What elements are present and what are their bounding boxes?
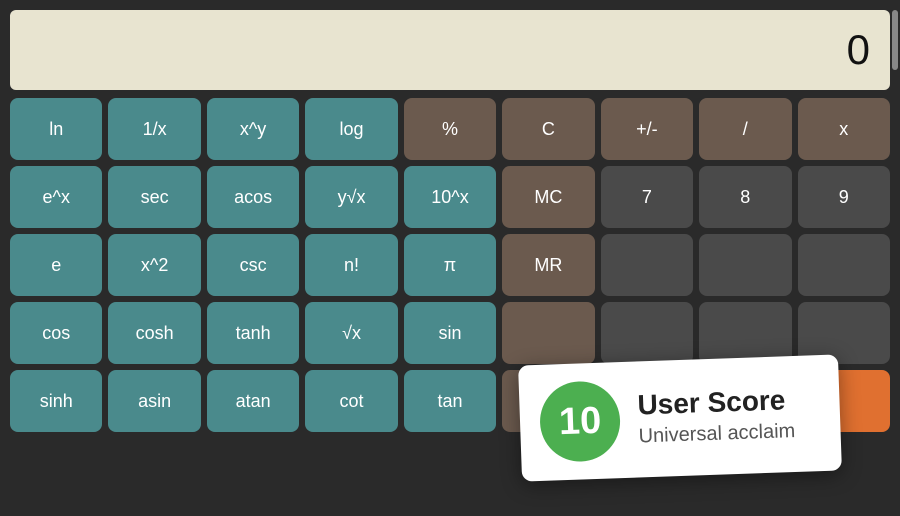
calc-btn-empty-2-8[interactable] [798, 234, 890, 296]
scrollbar[interactable] [892, 10, 898, 70]
calc-btn-csc-2-2[interactable]: csc [207, 234, 299, 296]
calc-btn-tan-4-4[interactable]: tan [404, 370, 496, 432]
user-score-overlay: 10 User Score Universal acclaim [518, 354, 842, 481]
calc-btn-%-0-4[interactable]: % [404, 98, 496, 160]
calc-btn-empty-3-7[interactable] [699, 302, 791, 364]
calc-btn-/-0-7[interactable]: / [699, 98, 791, 160]
score-value: 10 [558, 399, 602, 443]
score-title: User Score [637, 385, 795, 421]
calc-btn-9-1-8[interactable]: 9 [798, 166, 890, 228]
calc-btn-tanh-3-2[interactable]: tanh [207, 302, 299, 364]
calc-btn-cot-4-3[interactable]: cot [305, 370, 397, 432]
calc-btn-8-1-7[interactable]: 8 [699, 166, 791, 228]
calc-btn-x^y-0-2[interactable]: x^y [207, 98, 299, 160]
calc-btn-1/x-0-1[interactable]: 1/x [108, 98, 200, 160]
button-row-0: ln1/xx^ylog%C+/-/x [10, 98, 890, 160]
calc-btn-y√x-1-3[interactable]: y√x [305, 166, 397, 228]
calc-btn-C-0-5[interactable]: C [502, 98, 594, 160]
button-row-2: ex^2cscn!πMR [10, 234, 890, 296]
calc-btn-x-0-8[interactable]: x [798, 98, 890, 160]
calc-btn-sec-1-1[interactable]: sec [108, 166, 200, 228]
calc-btn-+/--0-6[interactable]: +/- [601, 98, 693, 160]
calc-btn-π-2-4[interactable]: π [404, 234, 496, 296]
calc-btn-empty-2-6[interactable] [601, 234, 693, 296]
calc-btn-ln-0-0[interactable]: ln [10, 98, 102, 160]
calc-btn-√x-3-3[interactable]: √x [305, 302, 397, 364]
calc-btn-atan-4-2[interactable]: atan [207, 370, 299, 432]
calc-btn-x^2-2-1[interactable]: x^2 [108, 234, 200, 296]
button-row-1: e^xsecacosy√x10^xMC789 [10, 166, 890, 228]
calc-btn-sinh-4-0[interactable]: sinh [10, 370, 102, 432]
calc-btn-7-1-6[interactable]: 7 [601, 166, 693, 228]
calc-btn-10^x-1-4[interactable]: 10^x [404, 166, 496, 228]
calc-btn-e^x-1-0[interactable]: e^x [10, 166, 102, 228]
calc-btn-log-0-3[interactable]: log [305, 98, 397, 160]
calc-btn-MC-1-5[interactable]: MC [502, 166, 594, 228]
calc-btn-acos-1-2[interactable]: acos [207, 166, 299, 228]
score-text-block: User Score Universal acclaim [637, 385, 796, 448]
display-value: 0 [847, 26, 870, 74]
calc-btn-n!-2-3[interactable]: n! [305, 234, 397, 296]
calc-btn-cosh-3-1[interactable]: cosh [108, 302, 200, 364]
calc-btn-empty-2-7[interactable] [699, 234, 791, 296]
score-circle: 10 [539, 380, 622, 463]
calc-btn-e-2-0[interactable]: e [10, 234, 102, 296]
calc-btn-cos-3-0[interactable]: cos [10, 302, 102, 364]
calc-btn-asin-4-1[interactable]: asin [108, 370, 200, 432]
calc-btn-empty-3-5[interactable] [502, 302, 594, 364]
calculator-display: 0 [10, 10, 890, 90]
calc-btn-MR-2-5[interactable]: MR [502, 234, 594, 296]
calc-btn-sin-3-4[interactable]: sin [404, 302, 496, 364]
score-subtitle: Universal acclaim [638, 420, 795, 448]
button-row-3: coscoshtanh√xsin [10, 302, 890, 364]
calc-btn-empty-3-6[interactable] [601, 302, 693, 364]
